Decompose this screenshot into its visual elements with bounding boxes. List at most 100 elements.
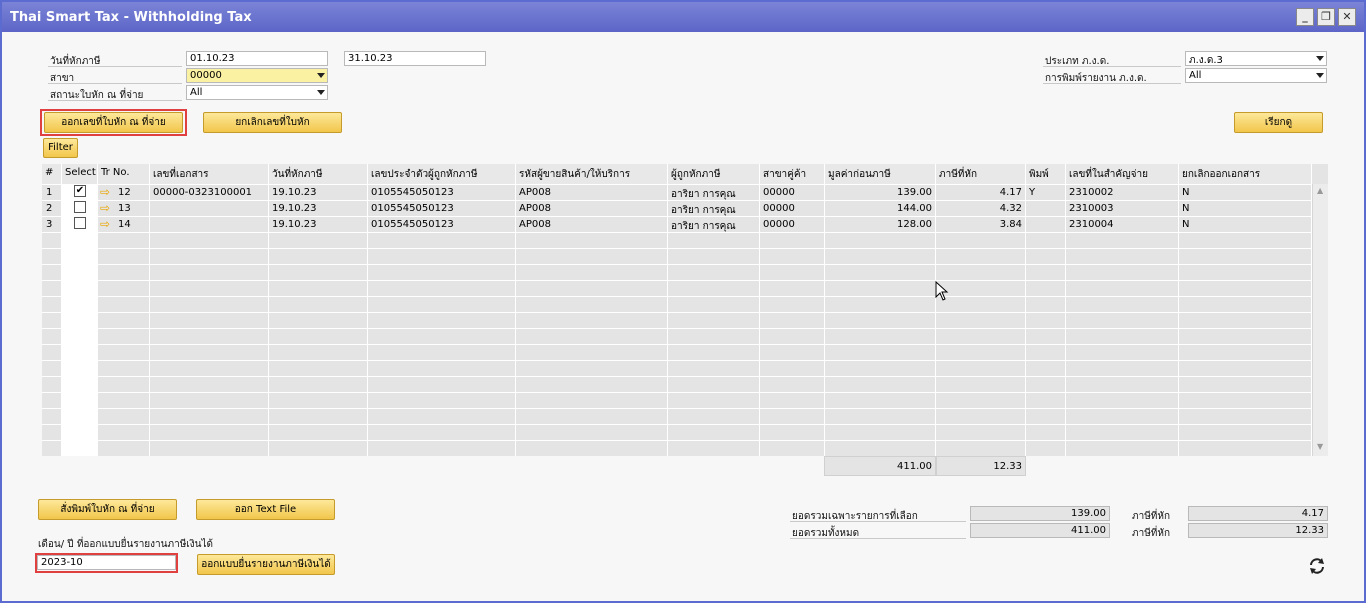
pnd-type-select[interactable]: ภ.ง.ด.3 (1185, 51, 1327, 66)
chevron-down-icon (317, 90, 325, 95)
scroll-down-icon[interactable]: ▼ (1317, 442, 1323, 451)
export-text-file-button[interactable]: ออก Text File (196, 499, 335, 520)
filter-button[interactable]: Filter (43, 138, 78, 158)
grid-header[interactable]: เลขประจำตัวผู้ถูกหักภาษี (368, 164, 516, 184)
issue-tax-form-button[interactable]: ออกแบบยื่นรายงานภาษีเงินได้ (197, 554, 335, 575)
cert-status-select[interactable]: All (186, 85, 328, 100)
close-icon[interactable]: ✕ (1338, 8, 1356, 26)
label-underline (48, 66, 182, 67)
label-underline (1043, 83, 1181, 84)
chevron-down-icon (1316, 73, 1324, 78)
chevron-down-icon (317, 73, 325, 78)
grid-row-line (42, 424, 1312, 425)
minimize-icon[interactable]: _ (1296, 8, 1314, 26)
refresh-icon[interactable] (1307, 556, 1327, 576)
grid-row-line (42, 264, 1312, 265)
arrow-right-icon[interactable]: ⇨ (100, 186, 110, 198)
cert-status-value: All (190, 87, 203, 98)
grid-column (150, 164, 269, 456)
grid-header[interactable]: พิมพ์ (1026, 164, 1066, 184)
cancel-flag: N (1182, 203, 1190, 214)
select-checkbox[interactable] (74, 201, 86, 213)
selected-total-value: 139.00 (970, 506, 1110, 521)
grid-header[interactable]: Select (62, 164, 98, 184)
grid-header[interactable]: ผู้ถูกหักภาษี (668, 164, 760, 184)
date-to-field[interactable]: 31.10.23 (344, 51, 486, 66)
tax-date: 19.10.23 (272, 219, 317, 230)
payee-name: อาริยา การคุณ (671, 221, 736, 232)
select-checkbox[interactable] (74, 217, 86, 229)
restore-icon[interactable]: ❐ (1317, 8, 1335, 26)
withholding-grid: # Select Tr No. เลขที่เอกสาร วันที่หักภา… (42, 164, 1328, 456)
payee-name: อาริยา การคุณ (671, 205, 736, 216)
grid-row-line (42, 344, 1312, 345)
cancel-cert-button[interactable]: ยกเลิกเลขที่ใบหัก (203, 112, 342, 133)
grid-header[interactable]: สาขาคู่ค้า (760, 164, 825, 184)
issue-cert-button[interactable]: ออกเลขที่ใบหัก ณ ที่จ่าย (44, 112, 183, 133)
grid-header[interactable]: Tr No. (98, 164, 150, 184)
grid-header[interactable]: เลขที่ในสำคัญจ่าย (1066, 164, 1179, 184)
voucher-no: 2310002 (1069, 187, 1114, 198)
grid-row-line (42, 392, 1312, 393)
pnd-print-select[interactable]: All (1185, 68, 1327, 83)
grid-header[interactable]: ภาษีที่หัก (936, 164, 1026, 184)
select-checkbox[interactable]: ✔ (74, 185, 86, 197)
arrow-right-icon[interactable]: ⇨ (100, 202, 110, 214)
row-number: 2 (46, 203, 53, 214)
grid-row-line (42, 408, 1312, 409)
tr-no: 14 (118, 219, 131, 230)
grid-header[interactable]: ยกเลิกออกเอกสาร (1179, 164, 1312, 184)
print-cert-button[interactable]: สั่งพิมพ์ใบหัก ณ ที่จ่าย (38, 499, 177, 520)
tr-no: 12 (118, 187, 131, 198)
date-from-field[interactable]: 01.10.23 (186, 51, 328, 66)
label-underline (48, 100, 182, 101)
grid-row-line (42, 360, 1312, 361)
tax-amount: 3.84 (999, 219, 1022, 230)
payee-name: อาริยา การคุณ (671, 189, 736, 200)
period-field[interactable]: 2023-10 (37, 555, 176, 570)
base-amount: 139.00 (897, 187, 932, 198)
branch-code: 00000 (763, 203, 795, 214)
grand-tax-label: ภาษีที่หัก (1132, 528, 1171, 539)
voucher-no: 2310004 (1069, 219, 1114, 230)
grid-row-line (42, 312, 1312, 313)
vendor-code: AP008 (519, 203, 551, 214)
grid-row-line (42, 376, 1312, 377)
grid-header[interactable]: วันที่หักภาษี (269, 164, 368, 184)
grid-header[interactable]: # (42, 164, 62, 184)
total-base-amount: 411.00 (824, 456, 936, 476)
label-underline (790, 538, 966, 539)
cancel-flag: N (1182, 219, 1190, 230)
grid-header[interactable]: เลขที่เอกสาร (150, 164, 269, 184)
base-amount: 144.00 (897, 203, 932, 214)
printed-flag: Y (1029, 187, 1036, 198)
pnd-print-value: All (1189, 70, 1202, 81)
grid-header[interactable]: มูลค่าก่อนภาษี (825, 164, 936, 184)
grid-column (1026, 164, 1066, 456)
branch-select[interactable]: 00000 (186, 68, 328, 83)
branch-code: 00000 (763, 187, 795, 198)
window-title: Thai Smart Tax - Withholding Tax (10, 10, 252, 25)
arrow-right-icon[interactable]: ⇨ (100, 218, 110, 230)
grand-total-value: 411.00 (970, 523, 1110, 538)
grand-tax-value: 12.33 (1188, 523, 1328, 538)
withholding-tax-window: Thai Smart Tax - Withholding Tax _ ❐ ✕ ว… (0, 0, 1366, 603)
base-amount: 128.00 (897, 219, 932, 230)
tr-no: 13 (118, 203, 131, 214)
mouse-cursor-icon (935, 281, 949, 301)
label-underline (1043, 66, 1181, 67)
selected-tax-label: ภาษีที่หัก (1132, 511, 1171, 522)
selected-tax-value: 4.17 (1188, 506, 1328, 521)
grid-header[interactable]: รหัสผู้ขายสินค้า/ให้บริการ (516, 164, 668, 184)
grid-row-line (42, 248, 1312, 249)
row-number: 1 (46, 187, 53, 198)
grid-scrollbar[interactable]: ▲ ▼ (1312, 184, 1328, 456)
scroll-up-icon[interactable]: ▲ (1317, 186, 1323, 195)
chevron-down-icon (1316, 56, 1324, 61)
tax-amount: 4.32 (999, 203, 1022, 214)
pnd-type-value: ภ.ง.ด.3 (1189, 55, 1223, 66)
grid-column (1179, 164, 1312, 456)
grid-row-line (42, 440, 1312, 441)
cancel-flag: N (1182, 187, 1190, 198)
refresh-view-button[interactable]: เรียกดู (1234, 112, 1323, 133)
